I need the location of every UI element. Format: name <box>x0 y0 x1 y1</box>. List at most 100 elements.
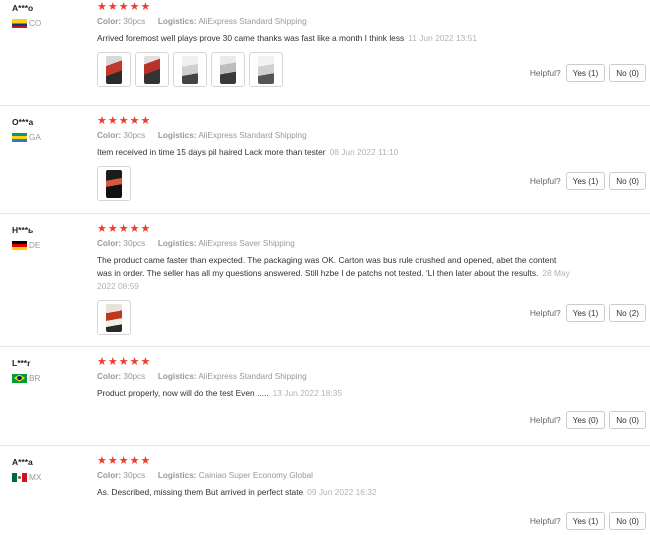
product-photo[interactable] <box>135 52 169 87</box>
reviewer-country: CO <box>12 18 92 28</box>
helpful-no-button[interactable]: No (2) <box>609 304 646 322</box>
star-icon: ★ <box>107 355 118 368</box>
review-user: A***o CO <box>12 3 92 28</box>
star-icon: ★ <box>97 0 107 13</box>
review-date: 11 Jun 2022 13:51 <box>408 33 477 43</box>
review-text: Product properly, now will do the test E… <box>97 387 572 400</box>
logistics-key: Logistics: <box>157 239 197 248</box>
logistics-value: Cainiao Super Economy Global <box>198 471 313 480</box>
star-icon: ★ <box>118 454 129 467</box>
reviewer-country: GA <box>12 132 92 142</box>
review-item: A***o CO ★ ★ ★ ★ ★ Color: 30pcs Logistic… <box>0 0 650 106</box>
color-key: Color: <box>97 131 122 140</box>
star-icon: ★ <box>140 355 151 368</box>
helpful-no-button[interactable]: No (0) <box>609 512 646 530</box>
review-meta: Color: 30pcs Logistics: Cainiao Super Ec… <box>97 471 637 483</box>
helpful-yes-button[interactable]: Yes (0) <box>565 411 606 429</box>
helpful-no-button[interactable]: No (0) <box>609 411 646 429</box>
star-icon: ★ <box>140 222 151 235</box>
reviewer-name: A***o <box>12 3 34 13</box>
brazil-flag-icon <box>12 373 27 383</box>
star-icon: ★ <box>140 114 151 127</box>
helpful-vote: Helpful? Yes (1) No (0) <box>530 172 646 190</box>
logistics-key: Logistics: <box>157 372 197 381</box>
review-body: Item received in time 15 days pil haired… <box>97 147 326 157</box>
review-date: 13 Jun 2022 18:35 <box>272 388 343 398</box>
helpful-label: Helpful? <box>529 176 561 186</box>
star-rating: ★ ★ ★ ★ ★ <box>97 114 637 128</box>
color-value: 30pcs <box>123 239 146 248</box>
review-item: O***a GA ★ ★ ★ ★ ★ Color: 30pcs Logistic… <box>0 114 650 214</box>
logistics-value: AliExpress Standard Shipping <box>198 131 307 140</box>
product-photo[interactable] <box>97 52 131 87</box>
helpful-vote: Helpful? Yes (1) No (0) <box>530 64 646 82</box>
helpful-yes-button[interactable]: Yes (1) <box>565 304 606 322</box>
helpful-yes-button[interactable]: Yes (1) <box>565 64 606 82</box>
country-code: MX <box>29 472 42 482</box>
star-rating: ★ ★ ★ ★ ★ <box>97 0 637 14</box>
product-photo[interactable] <box>211 52 245 87</box>
color-key: Color: <box>97 372 122 381</box>
country-code: CO <box>29 18 42 28</box>
helpful-label: Helpful? <box>529 68 561 78</box>
helpful-vote: Helpful? Yes (0) No (0) <box>530 411 646 429</box>
helpful-yes-button[interactable]: Yes (1) <box>565 512 606 530</box>
review-user: O***a GA <box>12 117 92 142</box>
star-icon: ★ <box>97 114 107 127</box>
product-photo[interactable] <box>97 166 131 201</box>
helpful-yes-button[interactable]: Yes (1) <box>565 172 606 190</box>
color-value: 30pcs <box>123 131 146 140</box>
helpful-no-button[interactable]: No (0) <box>609 64 646 82</box>
reviewer-country: DE <box>12 240 92 250</box>
logistics-key: Logistics: <box>157 131 197 140</box>
logistics-value: AliExpress Saver Shipping <box>198 239 295 248</box>
star-icon: ★ <box>107 222 118 235</box>
reviewer-name: H***ь <box>12 225 34 235</box>
color-key: Color: <box>97 17 122 26</box>
star-icon: ★ <box>107 114 118 127</box>
star-icon: ★ <box>97 222 107 235</box>
star-icon: ★ <box>129 222 140 235</box>
review-text: Item received in time 15 days pil haired… <box>97 146 572 159</box>
gabon-flag-icon <box>12 132 27 142</box>
review-body: Arrived foremost well plays prove 30 cam… <box>97 33 405 43</box>
star-rating: ★ ★ ★ ★ ★ <box>97 355 637 369</box>
color-key: Color: <box>97 471 122 480</box>
color-value: 30pcs <box>123 372 146 381</box>
reviewer-country: MX <box>12 472 92 482</box>
logistics-value: AliExpress Standard Shipping <box>198 372 307 381</box>
review-item: H***ь DE ★ ★ ★ ★ ★ Color: 30pcs Logistic… <box>0 222 650 347</box>
colombia-flag-icon <box>12 18 27 28</box>
star-icon: ★ <box>97 454 107 467</box>
germany-flag-icon <box>12 240 27 250</box>
helpful-vote: Helpful? Yes (1) No (0) <box>530 512 646 530</box>
reviewer-name: A***a <box>12 457 33 467</box>
star-icon: ★ <box>97 355 107 368</box>
helpful-label: Helpful? <box>529 415 561 425</box>
review-date: 08 Jun 2022 11:10 <box>329 147 399 157</box>
review-body: The product came faster than expected. T… <box>97 255 557 278</box>
country-code: DE <box>29 240 41 250</box>
review-text: Arrived foremost well plays prove 30 cam… <box>97 32 572 45</box>
star-icon: ★ <box>107 454 118 467</box>
country-code: GA <box>29 132 41 142</box>
star-icon: ★ <box>129 114 140 127</box>
product-photo[interactable] <box>97 300 131 335</box>
star-icon: ★ <box>140 454 151 467</box>
review-body: Product properly, now will do the test E… <box>97 388 269 398</box>
product-photo[interactable] <box>249 52 283 87</box>
review-item: L***r BR ★ ★ ★ ★ ★ Color: 30pcs Logistic… <box>0 355 650 446</box>
product-photo[interactable] <box>173 52 207 87</box>
star-icon: ★ <box>140 0 151 13</box>
star-icon: ★ <box>118 222 129 235</box>
star-icon: ★ <box>118 355 129 368</box>
review-meta: Color: 30pcs Logistics: AliExpress Stand… <box>97 372 637 384</box>
review-user: H***ь DE <box>12 225 92 250</box>
reviewer-country: BR <box>12 373 92 383</box>
helpful-no-button[interactable]: No (0) <box>609 172 646 190</box>
logistics-key: Logistics: <box>157 17 197 26</box>
color-value: 30pcs <box>123 17 146 26</box>
review-text: As. Described, missing them But arrived … <box>97 486 572 499</box>
star-rating: ★ ★ ★ ★ ★ <box>97 454 637 468</box>
reviewer-name: L***r <box>12 358 31 368</box>
